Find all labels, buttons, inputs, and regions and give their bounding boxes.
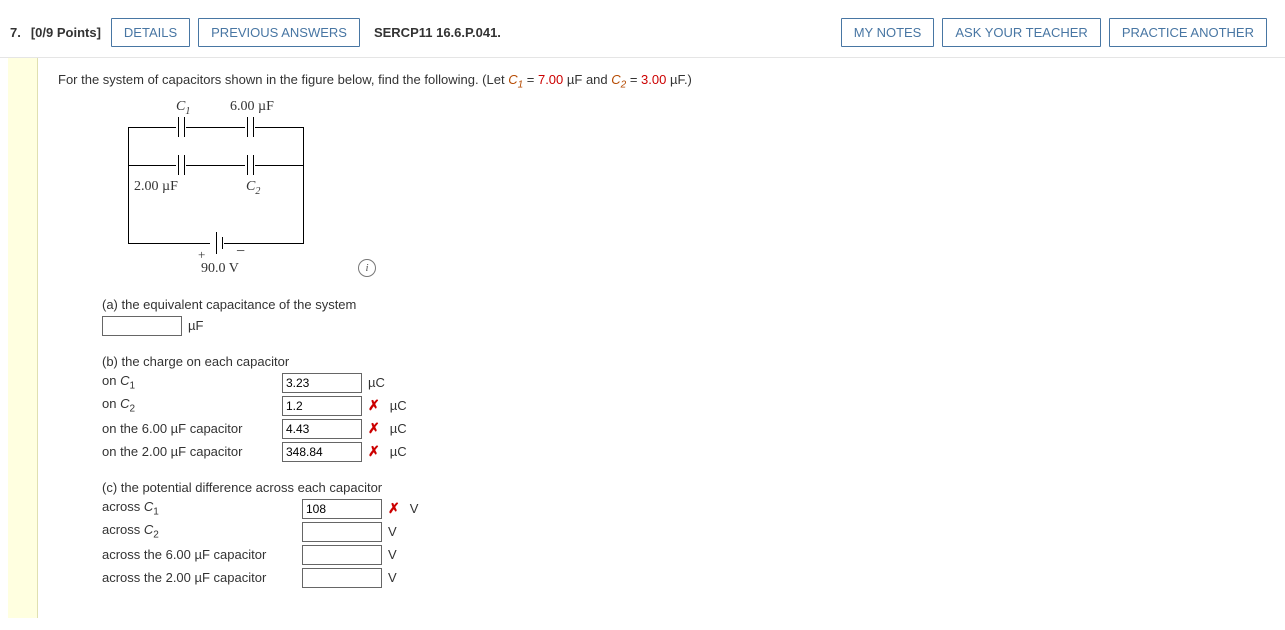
part-b-title: (b) the charge on each capacitor [102, 354, 802, 369]
answer-input[interactable] [282, 396, 362, 416]
answer-input[interactable] [302, 499, 382, 519]
part-c: (c) the potential difference across each… [102, 480, 802, 588]
var-c2: C2 [611, 72, 626, 87]
unit-label: µC [368, 375, 385, 390]
circuit-6uf-label: 6.00 µF [230, 99, 274, 115]
unit-label: V [388, 570, 397, 585]
details-button[interactable]: DETAILS [111, 18, 190, 47]
answer-row: on C2 ✗ µC [102, 396, 802, 416]
part-b: (b) the charge on each capacitor on C1 µC… [102, 354, 802, 462]
part-a-unit: µF [188, 318, 203, 333]
wrong-mark-icon: ✗ [368, 443, 380, 460]
collapsed-sidebar[interactable] [8, 58, 38, 618]
unit-label: µC [390, 444, 407, 459]
answer-input[interactable] [302, 545, 382, 565]
answer-row: across the 2.00 µF capacitor V [102, 568, 802, 588]
question-header: 7. [0/9 Points] DETAILS PREVIOUS ANSWERS… [0, 0, 1285, 58]
unit-label: V [388, 524, 397, 539]
part-a: (a) the equivalent capacitance of the sy… [102, 297, 802, 336]
row-label: on the 6.00 µF capacitor [102, 421, 282, 436]
row-label: across the 6.00 µF capacitor [102, 547, 302, 562]
question-stem: For the system of capacitors shown in th… [58, 72, 1265, 91]
answer-row: across the 6.00 µF capacitor V [102, 545, 802, 565]
row-label: across C1 [102, 499, 302, 518]
answer-input[interactable] [282, 442, 362, 462]
wrong-mark-icon: ✗ [368, 420, 380, 437]
row-label: on C1 [102, 373, 282, 392]
wrong-mark-icon: ✗ [368, 397, 380, 414]
wrong-mark-icon: ✗ [388, 500, 400, 517]
info-icon[interactable]: i [358, 259, 376, 277]
part-c-title: (c) the potential difference across each… [102, 480, 802, 495]
var-c1: C1 [508, 72, 523, 87]
answer-input[interactable] [282, 373, 362, 393]
answer-row: on the 2.00 µF capacitor ✗ µC [102, 442, 802, 462]
answer-input[interactable] [302, 522, 382, 542]
unit-label: V [410, 501, 419, 516]
part-a-input[interactable] [102, 316, 182, 336]
stem-text: For the system of capacitors shown in th… [58, 72, 508, 87]
question-body: For the system of capacitors shown in th… [38, 58, 1285, 618]
question-number: 7. [10, 25, 21, 40]
circuit-2uf-label: 2.00 µF [134, 179, 178, 195]
answer-row: across C1 ✗ V [102, 499, 802, 519]
answer-input[interactable] [302, 568, 382, 588]
answer-row: on the 6.00 µF capacitor ✗ µC [102, 419, 802, 439]
ask-teacher-button[interactable]: ASK YOUR TEACHER [942, 18, 1100, 47]
question-points: [0/9 Points] [31, 25, 101, 40]
val-c2: 3.00 [641, 72, 666, 87]
val-c1: 7.00 [538, 72, 563, 87]
row-label: on C2 [102, 396, 282, 415]
battery-voltage: 90.0 V [201, 261, 239, 277]
question-reference: SERCP11 16.6.P.041. [374, 25, 841, 40]
answer-row: across C2 V [102, 522, 802, 542]
right-buttons: MY NOTES ASK YOUR TEACHER PRACTICE ANOTH… [841, 18, 1275, 47]
unit-label: V [388, 547, 397, 562]
previous-answers-button[interactable]: PREVIOUS ANSWERS [198, 18, 360, 47]
battery-minus: − [236, 243, 245, 261]
row-label: across the 2.00 µF capacitor [102, 570, 302, 585]
row-label: across C2 [102, 522, 302, 541]
part-a-title: (a) the equivalent capacitance of the sy… [102, 297, 802, 312]
row-label: on the 2.00 µF capacitor [102, 444, 282, 459]
circuit-c1-label: C1 [176, 99, 190, 117]
practice-another-button[interactable]: PRACTICE ANOTHER [1109, 18, 1267, 47]
unit-label: µC [390, 398, 407, 413]
answer-row: on C1 µC [102, 373, 802, 393]
answer-input[interactable] [282, 419, 362, 439]
unit-label: µC [390, 421, 407, 436]
my-notes-button[interactable]: MY NOTES [841, 18, 935, 47]
circuit-c2-label: C2 [246, 179, 260, 197]
circuit-diagram: C1 6.00 µF 2.00 µF C2 + − 90.0 V [98, 99, 358, 279]
